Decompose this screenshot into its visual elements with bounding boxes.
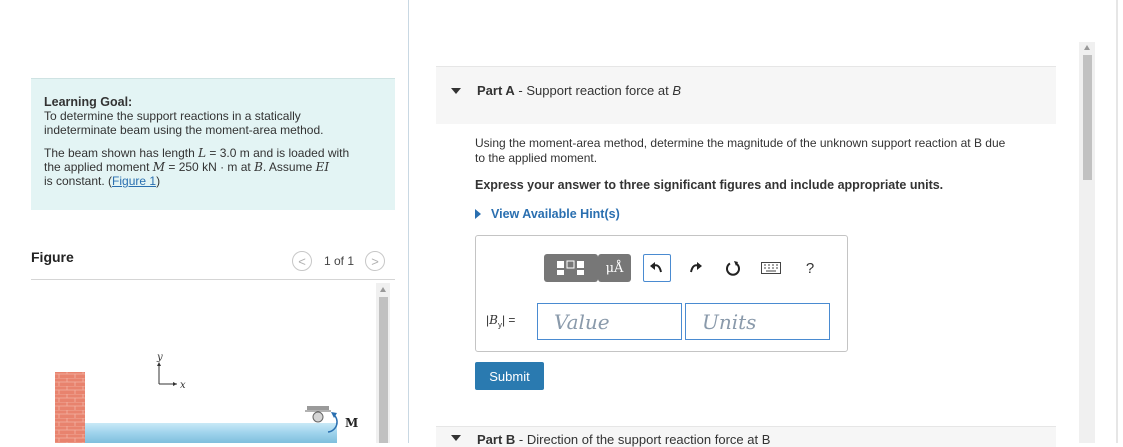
help-icon: ? [805, 259, 815, 277]
caret-right-icon [475, 209, 481, 219]
part-b-title-text: Direction of the support reaction force … [526, 432, 771, 447]
length-symbol: L [198, 146, 207, 160]
answer-box: μÅ ? |By| = [475, 235, 848, 352]
length-value: = 3.0 m and is loaded with [206, 146, 350, 160]
figure-prev-button[interactable]: < [292, 251, 312, 271]
keyboard-button[interactable] [757, 254, 785, 282]
figure-next-button[interactable]: > [365, 251, 386, 271]
axis-y-label: y [156, 352, 163, 363]
beam [85, 423, 337, 443]
axis-x-label: x [180, 380, 186, 391]
problem-statement: The beam shown has length L = 3.0 m and … [44, 146, 383, 188]
answer-label-var: B [489, 313, 498, 327]
fixed-wall [55, 372, 85, 443]
reset-icon [726, 261, 740, 276]
figure-page-count: 1 of 1 [324, 254, 355, 268]
moment-value: = 250 kN · m at [165, 160, 255, 174]
caret-down-icon[interactable] [451, 88, 461, 94]
roller-support [305, 406, 331, 423]
chevron-right-icon: > [371, 253, 379, 269]
scroll-up-icon[interactable] [1084, 45, 1090, 50]
part-a-label: Part A [477, 83, 515, 98]
templates-button[interactable] [544, 254, 598, 282]
part-a-separator: - [514, 83, 527, 98]
part-b-title: Part B - Direction of the support reacti… [477, 432, 770, 447]
view-hints-label: View Available Hint(s) [491, 207, 620, 221]
units-button[interactable]: μÅ [598, 254, 631, 282]
undo-icon [650, 262, 662, 273]
problem-text: . Assume [262, 160, 316, 174]
part-b-header[interactable]: Part B - Direction of the support reacti… [436, 426, 1056, 447]
figure-pagination: < 1 of 1 > [292, 251, 386, 271]
view-hints-link[interactable]: View Available Hint(s) [475, 207, 620, 221]
units-input[interactable] [685, 303, 830, 340]
submit-button[interactable]: Submit [475, 362, 544, 390]
coordinate-axes: y x [156, 352, 186, 391]
answer-instruction: Express your answer to three significant… [475, 178, 944, 192]
chevron-left-icon: < [298, 253, 306, 269]
learning-goal-title: Learning Goal: [44, 95, 133, 109]
page-scroll-thumb[interactable] [1083, 55, 1092, 180]
reset-button[interactable] [719, 254, 747, 282]
caret-down-icon[interactable] [451, 435, 461, 441]
figure-link[interactable]: Figure 1 [112, 174, 156, 188]
stiffness-symbol: EI [315, 160, 330, 174]
learning-goal-line-2: indeterminate beam using the moment-area… [44, 123, 324, 137]
problem-text: the applied moment [44, 160, 153, 174]
redo-icon [690, 262, 702, 273]
learning-goal-line-1: To determine the support reactions in a … [44, 109, 301, 123]
point-symbol: B [254, 160, 263, 174]
question-line-1: Using the moment-area method, determine … [475, 136, 1006, 150]
learning-goal-panel: Learning Goal: To determine the support … [31, 78, 395, 210]
scroll-up-icon[interactable] [380, 287, 386, 292]
question-line-2: to the applied moment. [475, 151, 598, 165]
problem-text: The beam shown has length [44, 146, 199, 160]
problem-text: is constant. ( [44, 174, 113, 188]
right-edge-border [1116, 0, 1118, 443]
figure-title: Figure [31, 249, 74, 265]
units-button-label: μÅ [605, 260, 624, 276]
problem-text: ) [156, 174, 161, 188]
part-a-title: Part A - Support reaction force at B [477, 83, 681, 98]
help-button[interactable]: ? [796, 254, 824, 282]
answer-label: |By| = [486, 313, 515, 329]
keyboard-icon [761, 262, 781, 274]
beam-figure: y x M [55, 352, 358, 443]
undo-button[interactable] [643, 254, 671, 282]
redo-button[interactable] [681, 254, 709, 282]
part-a-title-text: Support reaction force at [526, 83, 673, 98]
part-a-title-var: B [672, 83, 682, 98]
figure-scroll-thumb[interactable] [379, 297, 388, 443]
part-a-header[interactable]: Part A - Support reaction force at B [436, 66, 1056, 124]
templates-icon [557, 260, 584, 275]
moment-symbol: M [152, 160, 166, 174]
figure-divider [31, 279, 395, 280]
column-divider [408, 0, 409, 443]
answer-label-suffix: | = [501, 313, 516, 327]
value-input[interactable] [537, 303, 682, 340]
part-b-separator: - [515, 432, 527, 447]
question-text: Using the moment-area method, determine … [475, 136, 1055, 166]
part-b-label: Part B [477, 432, 516, 447]
moment-label: M [345, 416, 358, 430]
